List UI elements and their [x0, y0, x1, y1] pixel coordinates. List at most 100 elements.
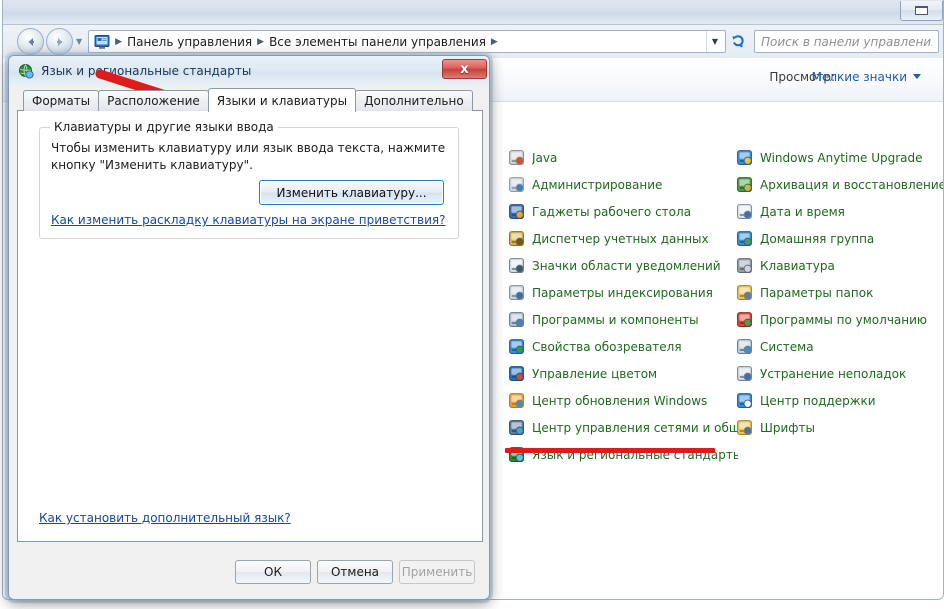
control-panel-item-label[interactable]: Windows Anytime Upgrade — [760, 151, 923, 165]
back-arrow-icon — [28, 37, 34, 46]
cancel-button[interactable]: Отмена — [317, 560, 393, 584]
folder-options-icon — [736, 284, 753, 301]
control-panel-item-label[interactable]: Архивация и восстановление — [760, 178, 943, 192]
network-sharing-icon — [508, 419, 525, 436]
search-input-placeholder[interactable]: Поиск в панели управления — [761, 35, 932, 49]
troubleshooting-icon — [737, 366, 752, 381]
control-panel-item[interactable]: Система — [736, 334, 943, 359]
control-panel-item-label[interactable]: Управление цветом — [532, 367, 657, 381]
control-panel-item-label[interactable]: Центр управления сетями и общи... — [532, 421, 738, 435]
tab-label: Форматы — [32, 94, 91, 108]
chevron-down-icon[interactable] — [913, 74, 921, 79]
control-panel-item[interactable]: Значки области уведомлений — [508, 253, 738, 278]
control-panel-item-label[interactable]: Система — [760, 340, 814, 354]
maximize-button[interactable] — [900, 1, 943, 21]
refresh-button[interactable] — [728, 30, 750, 53]
control-panel-item-label[interactable]: Устранение неполадок — [760, 367, 906, 381]
control-panel-item-label[interactable]: Значки области уведомлений — [532, 259, 721, 273]
control-panel-item-label[interactable]: Программы по умолчанию — [760, 313, 927, 327]
anytime-upgrade-icon — [736, 149, 753, 166]
control-panel-item[interactable]: Дата и время — [736, 199, 943, 224]
internet-options-icon — [508, 338, 525, 355]
control-panel-item-label[interactable]: Параметры папок — [760, 286, 873, 300]
programs-features-icon — [509, 312, 524, 327]
breadcrumb-separator[interactable]: ▶ — [256, 37, 265, 47]
control-panel-item-label[interactable]: Администрирование — [532, 178, 662, 192]
control-panel-item-label[interactable]: Java — [532, 151, 557, 165]
ok-button[interactable]: ОК — [235, 560, 311, 584]
control-panel-item-label[interactable]: Программы и компоненты — [532, 313, 699, 327]
search-box[interactable]: Поиск в панели управления — [754, 30, 939, 53]
back-button[interactable] — [17, 28, 44, 55]
notification-icons-icon — [509, 258, 524, 273]
keyboard-icon — [736, 257, 753, 274]
control-panel-item[interactable]: Домашняя группа — [736, 226, 943, 251]
apply-button: Применить — [399, 560, 475, 584]
recent-pages-button[interactable]: ▼ — [76, 37, 82, 46]
indexing-options-icon — [508, 284, 525, 301]
view-mode-value[interactable]: Мелкие значки — [812, 70, 907, 84]
control-panel-item-label[interactable]: Дата и время — [760, 205, 845, 219]
apply-label: Применить — [401, 565, 473, 579]
region-language-icon — [508, 446, 525, 463]
welcome-screen-layout-link[interactable]: Как изменить раскладку клавиатуры на экр… — [51, 213, 445, 227]
control-panel-item[interactable]: Устранение неполадок — [736, 361, 943, 386]
maximize-icon — [915, 6, 928, 15]
control-panel-item[interactable]: Диспетчер учетных данных — [508, 226, 738, 251]
control-panel-item[interactable]: Программы по умолчанию — [736, 307, 943, 332]
anytime-upgrade-icon — [737, 150, 752, 165]
control-panel-item[interactable]: Управление цветом — [508, 361, 738, 386]
control-panel-item[interactable]: Администрирование — [508, 172, 738, 197]
address-dropdown-button[interactable]: ▼ — [706, 31, 723, 52]
action-center-icon — [736, 392, 753, 409]
control-panel-item-label[interactable]: Центр поддержки — [760, 394, 876, 408]
backup-restore-icon — [736, 176, 753, 193]
control-panel-item-label[interactable]: Свойства обозревателя — [532, 340, 682, 354]
tab-0[interactable]: Форматы — [23, 90, 100, 111]
fonts-icon — [736, 419, 753, 436]
breadcrumb-separator[interactable]: ▶ — [490, 37, 499, 47]
breadcrumb-item-1[interactable]: Все элементы панели управления — [265, 34, 490, 50]
control-panel-item[interactable]: Параметры папок — [736, 280, 943, 305]
control-panel-item[interactable]: Центр обновления Windows — [508, 388, 738, 413]
system-icon — [736, 338, 753, 355]
admin-tools-icon — [508, 176, 525, 193]
close-icon[interactable]: x — [442, 59, 487, 79]
control-panel-item[interactable]: Клавиатура — [736, 253, 943, 278]
control-panel-item-label[interactable]: Диспетчер учетных данных — [532, 232, 709, 246]
control-panel-item[interactable]: Язык и региональные стандарты — [508, 442, 738, 467]
control-panel-item-label[interactable]: Язык и региональные стандарты — [532, 448, 738, 462]
control-panel-item[interactable]: Шрифты — [736, 415, 943, 440]
control-panel-item[interactable]: Центр поддержки — [736, 388, 943, 413]
control-panel-item[interactable]: Windows Anytime Upgrade — [736, 145, 943, 170]
address-toolbar: ▼ ▶ Панель управления ▶ Все элементы пан… — [3, 25, 943, 58]
control-panel-item[interactable]: Программы и компоненты — [508, 307, 738, 332]
control-panel-item[interactable]: Параметры индексирования — [508, 280, 738, 305]
system-icon — [737, 339, 752, 354]
tab-1[interactable]: Расположение — [98, 90, 209, 111]
control-panel-item-label[interactable]: Клавиатура — [760, 259, 835, 273]
control-panel-item[interactable]: Java — [508, 145, 738, 170]
control-panel-item[interactable]: Гаджеты рабочего стола — [508, 199, 738, 224]
control-panel-item[interactable]: Свойства обозревателя — [508, 334, 738, 359]
java-icon — [508, 149, 525, 166]
tab-label: Расположение — [107, 94, 200, 108]
tab-2[interactable]: Языки и клавиатуры — [207, 88, 357, 112]
forward-button[interactable] — [46, 28, 73, 55]
change-keyboard-button[interactable]: Изменить клавиатуру... — [259, 180, 444, 205]
control-panel-item-label[interactable]: Параметры индексирования — [532, 286, 713, 300]
troubleshooting-icon — [736, 365, 753, 382]
control-panel-item[interactable]: Центр управления сетями и общи... — [508, 415, 738, 440]
close-label: x — [460, 61, 469, 77]
tab-3[interactable]: Дополнительно — [355, 90, 473, 111]
control-panel-item-label[interactable]: Шрифты — [760, 421, 815, 435]
breadcrumb-item-0[interactable]: Панель управления — [123, 34, 256, 50]
network-sharing-icon — [509, 420, 524, 435]
control-panel-item-label[interactable]: Гаджеты рабочего стола — [532, 205, 691, 219]
control-panel-item-label[interactable]: Центр обновления Windows — [532, 394, 707, 408]
address-bar[interactable]: ▶ Панель управления ▶ Все элементы панел… — [88, 30, 726, 53]
install-additional-language-link[interactable]: Как установить дополнительный язык? — [39, 511, 291, 525]
tab-label: Дополнительно — [364, 94, 464, 108]
control-panel-item[interactable]: Архивация и восстановление — [736, 172, 943, 197]
control-panel-item-label[interactable]: Домашняя группа — [760, 232, 874, 246]
